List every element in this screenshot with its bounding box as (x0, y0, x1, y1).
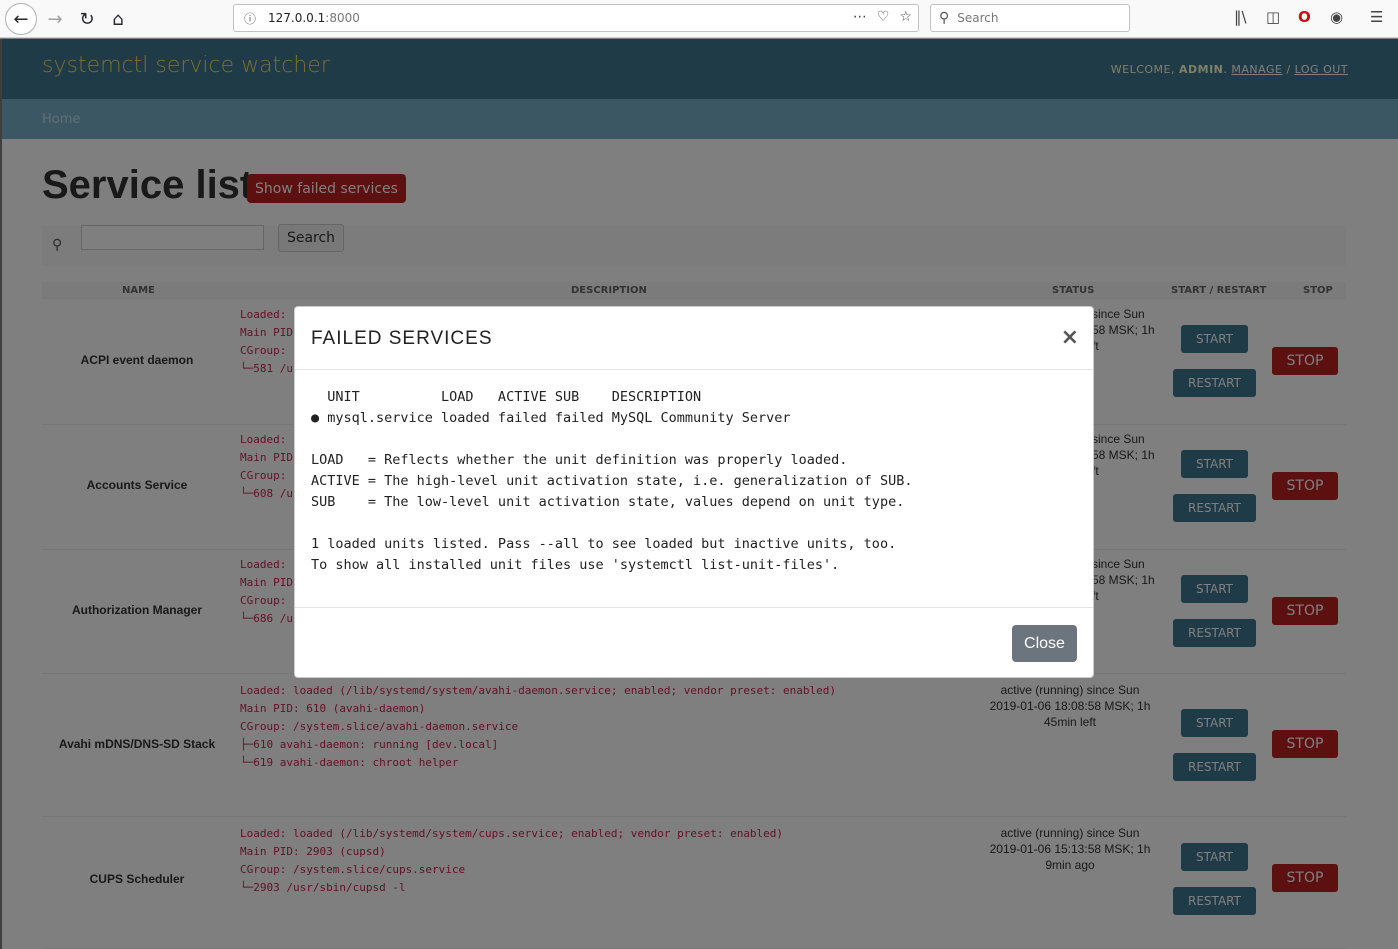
menu-icon[interactable]: ☰ (1370, 8, 1383, 26)
extension-icon[interactable]: ◉ (1330, 8, 1343, 26)
url-port: :8000 (325, 11, 360, 25)
url-host: 127.0.0.1 (268, 11, 326, 25)
close-icon[interactable]: × (1061, 325, 1079, 350)
search-icon: ⚲ (939, 10, 950, 26)
modal-body: UNIT LOAD ACTIVE SUB DESCRIPTION ● mysql… (311, 389, 913, 573)
library-icon[interactable]: ‖\ (1234, 8, 1247, 26)
info-icon[interactable]: ⓘ (244, 10, 256, 27)
url-text: 127.0.0.1:8000 (268, 11, 360, 25)
forward-arrow-icon[interactable]: → (40, 4, 70, 34)
close-button[interactable]: Close (1012, 625, 1077, 662)
opera-icon[interactable]: O (1298, 8, 1311, 26)
modal-title: FAILED SERVICES (311, 328, 493, 349)
pocket-icon[interactable]: ♡ (877, 9, 890, 25)
browser-toolbar: ← → ↻ ⌂ ⓘ 127.0.0.1:8000 ⋯ ♡ ☆ ⚲ Search … (0, 0, 1398, 38)
sidebar-icon[interactable]: ◫ (1266, 8, 1280, 26)
search-placeholder: Search (957, 11, 999, 25)
modal-header: FAILED SERVICES × (295, 307, 1093, 370)
modal-footer: Close (295, 607, 1093, 677)
browser-search-input[interactable]: ⚲ Search (930, 4, 1130, 32)
page-actions-icon[interactable]: ⋯ (853, 9, 867, 25)
reload-icon[interactable]: ↻ (72, 4, 102, 34)
url-bar[interactable]: ⓘ 127.0.0.1:8000 ⋯ ♡ ☆ (233, 4, 919, 32)
home-icon[interactable]: ⌂ (103, 4, 133, 34)
bookmark-star-icon[interactable]: ☆ (899, 9, 912, 25)
back-arrow-icon[interactable]: ← (5, 3, 37, 35)
failed-services-modal: FAILED SERVICES × UNIT LOAD ACTIVE SUB D… (294, 306, 1094, 678)
